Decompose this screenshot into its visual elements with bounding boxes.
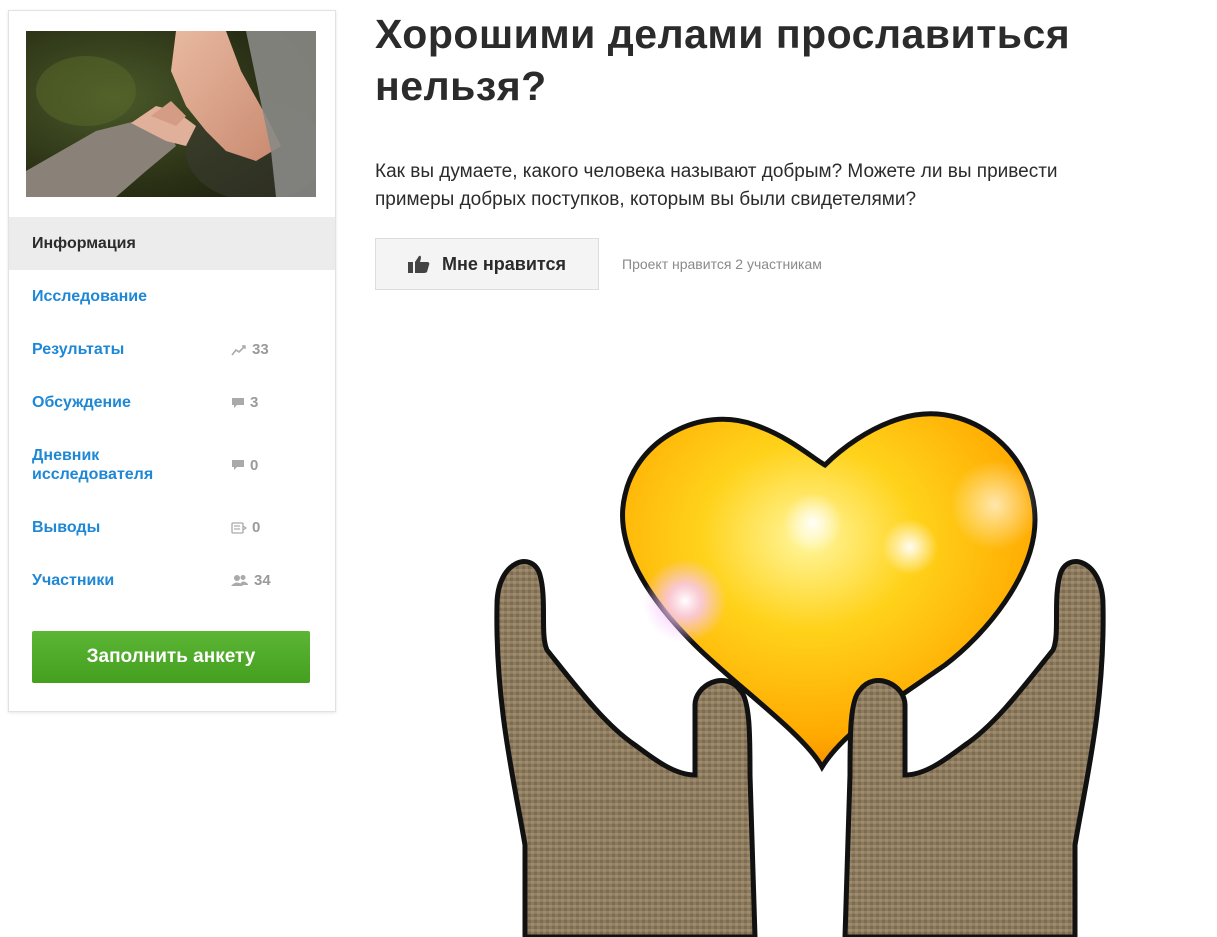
chart-line-icon [231,344,246,355]
diary-count: 0 [231,457,258,474]
project-description: Как вы думаете, какого человека называют… [375,158,1217,214]
menu-item-label: Результаты [32,341,125,358]
results-count: 33 [231,341,269,358]
menu-item-label: Обсуждение [32,394,131,411]
project-sidebar: Информация Исследование Результаты 33 Об… [8,10,336,712]
menu-item-info[interactable]: Информация [9,217,335,270]
menu-item-researcher-diary[interactable]: Дневник исследователя 0 [9,429,335,501]
project-page: Информация Исследование Результаты 33 Об… [0,0,1217,937]
menu-item-discussion[interactable]: Обсуждение 3 [9,376,335,429]
menu-item-label: Исследование [32,288,147,305]
menu-item-label: Дневник исследователя [32,447,154,483]
participants-count-value: 34 [254,572,271,589]
project-photo [26,31,316,197]
conclusion-icon [231,521,247,534]
like-button-label: Мне нравится [442,253,566,274]
like-count-text: Проект нравится 2 участникам [622,256,822,272]
conclusions-count-value: 0 [252,519,261,536]
menu-item-participants[interactable]: Участники 34 [9,554,335,607]
description-line: примеры добрых поступков, которым вы был… [375,189,917,210]
thumbs-up-icon [408,255,430,273]
page-title: Хорошими делами прославиться нельзя? [375,11,1071,109]
fill-questionnaire-button[interactable]: Заполнить анкету [32,631,310,683]
description-line: Как вы думаете, какого человека называют… [375,161,1058,182]
menu-item-label: Информация [32,235,136,252]
users-icon [231,575,248,586]
like-button[interactable]: Мне нравится [375,238,599,290]
conclusions-count: 0 [231,519,260,536]
discussion-count-value: 3 [250,394,259,411]
comment-icon [232,460,244,470]
participants-count: 34 [231,572,271,589]
heart-in-hands-illustration [375,305,1217,937]
menu-item-results[interactable]: Результаты 33 [9,323,335,376]
discussion-count: 3 [231,394,258,411]
menu-item-label: Участники [32,572,115,589]
results-count-value: 33 [252,341,269,358]
diary-count-value: 0 [250,456,259,474]
project-menu: Информация Исследование Результаты 33 Об… [9,217,335,607]
menu-item-conclusions[interactable]: Выводы 0 [9,501,335,554]
comment-icon [232,397,244,408]
menu-item-label: Выводы [32,519,101,536]
menu-item-research[interactable]: Исследование [9,270,335,323]
